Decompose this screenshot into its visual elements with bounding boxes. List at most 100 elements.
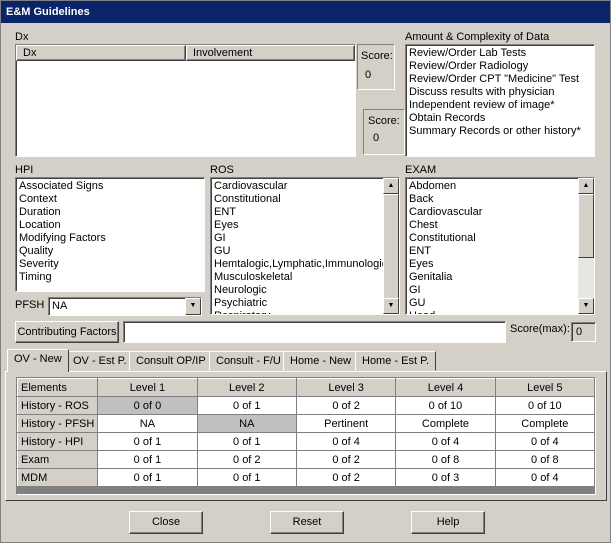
table-row: Exam 0 of 10 of 20 of 20 of 80 of 8 (17, 450, 595, 469)
exam-list-item[interactable]: Cardiovascular (409, 206, 576, 219)
em-guidelines-window: E&M Guidelines Dx Dx Involvement Score: … (0, 0, 611, 543)
exam-scroll-down-icon[interactable]: ▼ (578, 298, 594, 314)
exam-list[interactable]: Abdomen Back Cardiovascular Chest Constituti… (405, 177, 595, 315)
exam-scrollbar[interactable]: ▲ ▼ (578, 178, 594, 314)
amount-list-item[interactable]: Independent review of image* (409, 99, 594, 112)
tab-ov-new[interactable]: OV - New (7, 349, 69, 372)
dx-column-involvement[interactable]: Involvement (186, 45, 355, 61)
contributing-factors-field[interactable] (123, 321, 506, 343)
chevron-down-icon[interactable]: ▼ (185, 298, 201, 315)
amount-list-item[interactable]: Summary Records or other history* (409, 125, 594, 138)
score-max-box: 0 (571, 322, 596, 342)
amount-list[interactable]: Review/Order Lab Tests Review/Order Radio… (405, 44, 595, 157)
grid-cell: 0 of 10 (395, 396, 496, 415)
exam-list-item[interactable]: Eyes (409, 258, 576, 271)
exam-list-item[interactable]: Genitalia (409, 271, 576, 284)
ros-scroll-up-icon[interactable]: ▲ (383, 178, 399, 194)
amount-list-item[interactable]: Review/Order CPT "Medicine" Test (409, 73, 594, 86)
table-row: History - HPI 0 of 10 of 10 of 40 of 40 o… (17, 432, 595, 451)
dx-score-box: Score: 0 (357, 44, 395, 90)
dx-listview[interactable]: Dx Involvement (15, 44, 356, 157)
amount-list-item[interactable]: Discuss results with physician (409, 86, 594, 99)
grid-cell: 0 of 8 (395, 450, 496, 469)
ros-list-item[interactable]: Hemtalogic,Lymphatic,Immunologic (214, 258, 387, 271)
grid-cell: Complete (494, 414, 595, 433)
hpi-list[interactable]: Associated Signs Context Duration Location M… (15, 177, 205, 292)
hpi-list-item[interactable]: Context (19, 193, 204, 206)
grid-cell: 0 of 8 (494, 450, 595, 469)
ros-list-item[interactable]: GI (214, 232, 381, 245)
hpi-list-item[interactable]: Modifying Factors (19, 232, 204, 245)
hpi-list-item[interactable]: Quality (19, 245, 204, 258)
amount-list-item[interactable]: Review/Order Radiology (409, 60, 594, 73)
amount-list-item[interactable]: Review/Order Lab Tests (409, 47, 594, 60)
grid-cell: NA (196, 414, 297, 433)
grid-row-label: History - HPI (17, 432, 99, 451)
ros-list-item[interactable]: Constitutional (214, 193, 381, 206)
ros-list-item[interactable]: Psychiatric (214, 297, 381, 310)
ros-list-item[interactable]: GU (214, 245, 381, 258)
score-max-value: 0 (576, 326, 583, 338)
exam-list-item[interactable]: GI (409, 284, 576, 297)
ros-list-item[interactable]: Eyes (214, 219, 381, 232)
exam-list-item[interactable]: Abdomen (409, 180, 576, 193)
contributing-factors-button[interactable]: Contributing Factors (15, 321, 119, 343)
ros-list-item[interactable]: ENT (214, 206, 381, 219)
close-button[interactable]: Close (129, 511, 203, 534)
tab-home-new[interactable]: Home - New (283, 351, 359, 371)
ros-list-item[interactable]: Musculoskeletal (214, 271, 381, 284)
ros-scroll-thumb[interactable] (383, 194, 399, 302)
reset-button[interactable]: Reset (270, 511, 344, 534)
hpi-list-item[interactable]: Severity (19, 258, 204, 271)
grid-cell: 0 of 2 (295, 396, 397, 415)
grid-cell: 0 of 0 (97, 396, 198, 415)
hpi-list-item[interactable]: Timing (19, 271, 204, 284)
ros-label: ROS (210, 164, 234, 176)
grid-cell: 0 of 4 (395, 432, 496, 451)
grid-row-label: Exam (17, 450, 99, 469)
exam-list-item[interactable]: Back (409, 193, 576, 206)
grid-cell: 0 of 4 (494, 468, 595, 487)
grid-cell: 0 of 10 (494, 396, 595, 415)
grid-cell: 0 of 1 (196, 468, 297, 487)
hpi-list-item[interactable]: Location (19, 219, 204, 232)
ros-list[interactable]: Cardiovascular Constitutional ENT Eyes GI GU H… (210, 177, 400, 315)
grid-header-cell: Level 5 (494, 378, 595, 397)
amount-list-item[interactable]: Obtain Records (409, 112, 594, 125)
grid-header-cell: Elements (17, 378, 99, 397)
pfsh-value: NA (52, 300, 68, 312)
dx-score-label: Score: (361, 50, 393, 62)
amount-score-box: Score: 0 (363, 109, 405, 155)
grid-header-cell: Level 3 (295, 378, 397, 397)
grid-cell: Complete (395, 414, 496, 433)
tab-ov-est-p[interactable]: OV - Est P. (66, 351, 134, 371)
ros-scroll-down-icon[interactable]: ▼ (383, 298, 399, 314)
tab-consult-fu[interactable]: Consult - F/U (209, 351, 288, 371)
exam-list-item[interactable]: ENT (409, 245, 576, 258)
exam-list-item[interactable]: Chest (409, 219, 576, 232)
grid-cell: 0 of 1 (196, 396, 297, 415)
pfsh-select[interactable]: NA ▼ (48, 297, 202, 316)
exam-label: EXAM (405, 164, 437, 176)
table-row: History - PFSH NA NA Pertinent Complete Compl… (17, 414, 595, 433)
help-button[interactable]: Help (411, 511, 485, 534)
dx-column-dx[interactable]: Dx (16, 45, 186, 61)
exam-list-item[interactable]: GU (409, 297, 576, 310)
ros-list-item[interactable]: Neurologic (214, 284, 381, 297)
hpi-list-item[interactable]: Duration (19, 206, 204, 219)
exam-scroll-thumb[interactable] (578, 194, 594, 258)
table-row: History - ROS 0 of 00 of 10 of 20 of 10 0 … (17, 396, 595, 415)
grid-cell: 0 of 1 (97, 432, 198, 451)
dx-score-value: 0 (365, 69, 372, 81)
exam-list-item[interactable]: Head (409, 310, 576, 314)
tab-consult-op-ip[interactable]: Consult OP/IP (129, 351, 213, 371)
exam-list-item[interactable]: Constitutional (409, 232, 576, 245)
hpi-label: HPI (15, 164, 34, 176)
exam-scroll-up-icon[interactable]: ▲ (578, 178, 594, 194)
hpi-list-item[interactable]: Associated Signs (19, 180, 204, 193)
ros-list-item[interactable]: Cardiovascular (214, 180, 381, 193)
grid-header-cell: Level 4 (395, 378, 496, 397)
ros-list-item[interactable]: Respiratory (214, 310, 381, 314)
tab-home-est-p[interactable]: Home - Est P. (355, 351, 437, 371)
ros-scrollbar[interactable]: ▲ ▼ (383, 178, 399, 314)
